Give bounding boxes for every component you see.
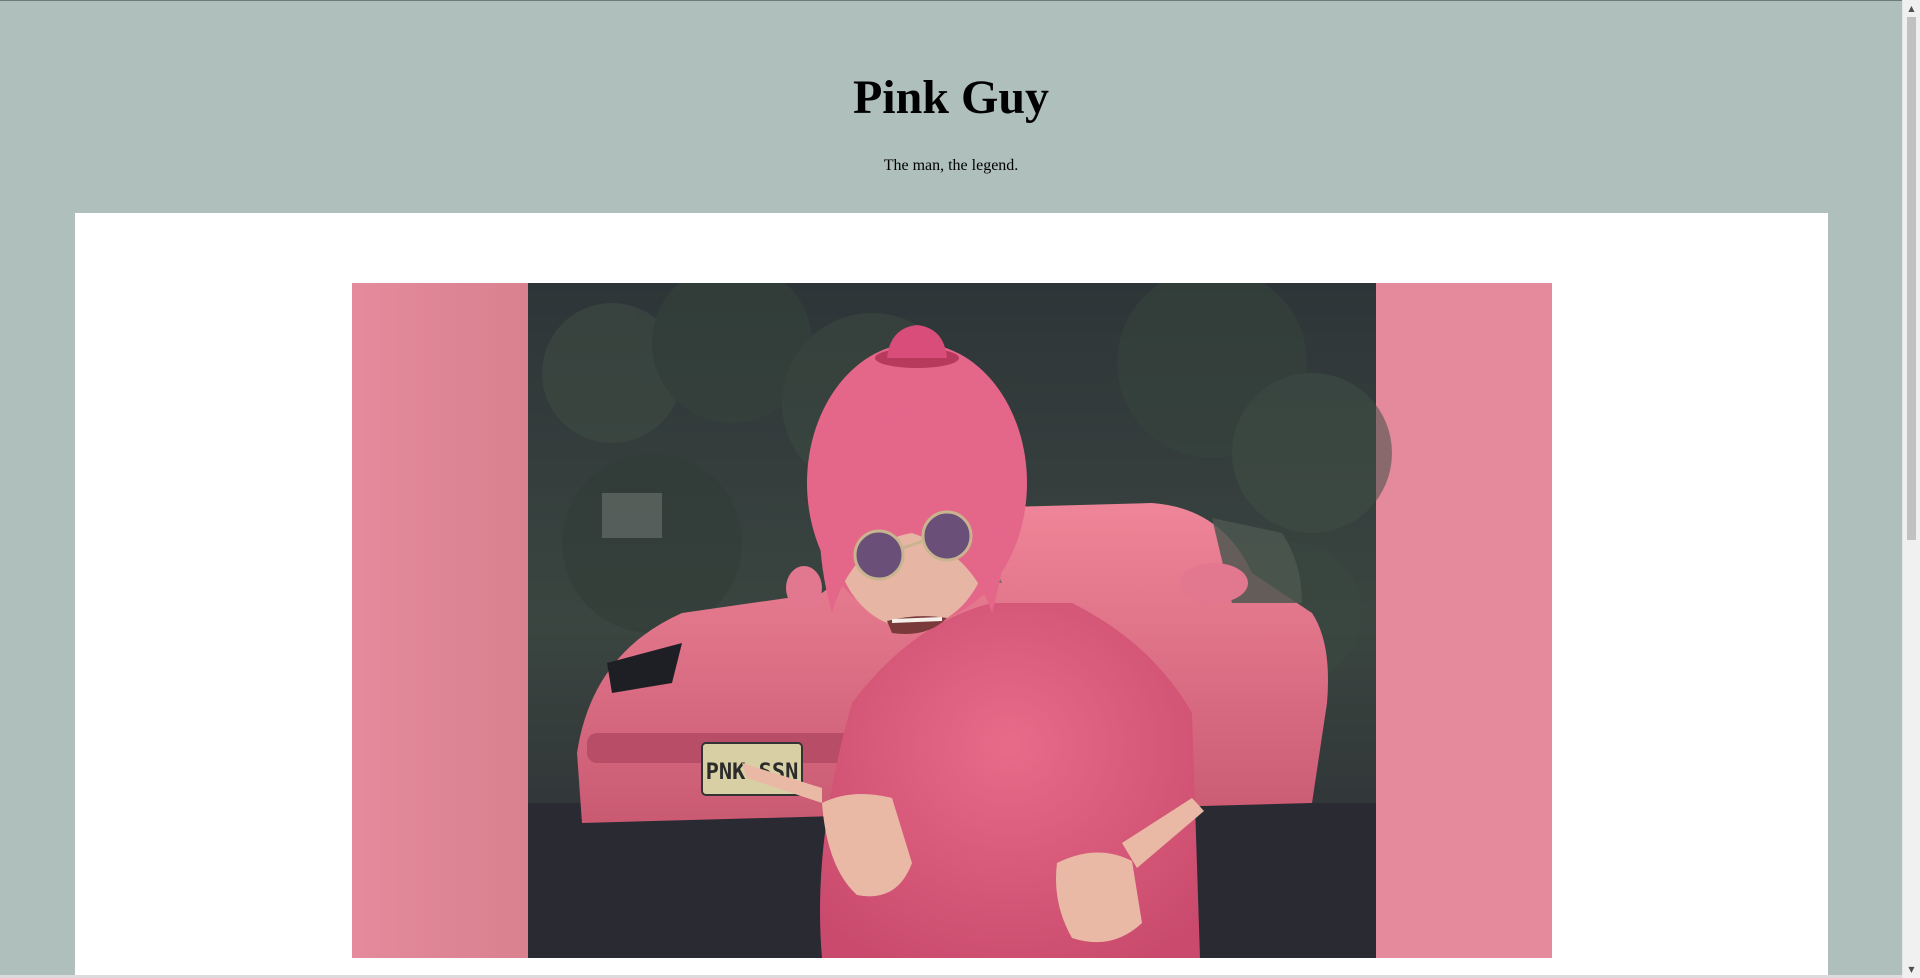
- content-panel: PNK·SSN: [75, 213, 1828, 978]
- photo-illustration: PNK·SSN: [352, 283, 1552, 958]
- left-pink-panel: [352, 283, 528, 958]
- scrollbar-thumb[interactable]: [1907, 17, 1916, 540]
- page-title: Pink Guy: [852, 71, 1050, 124]
- chevron-down-icon[interactable]: ▼: [1903, 961, 1920, 978]
- background-house: [602, 493, 662, 538]
- page-subtitle: The man, the legend.: [883, 157, 1019, 174]
- pink-guy-photo: PNK·SSN: [352, 283, 1552, 958]
- vertical-scrollbar[interactable]: ▲ ▼: [1902, 0, 1920, 978]
- chevron-up-icon[interactable]: ▲: [1903, 0, 1920, 17]
- window-top-border: [0, 0, 1920, 1]
- right-pink-panel: [1376, 283, 1552, 958]
